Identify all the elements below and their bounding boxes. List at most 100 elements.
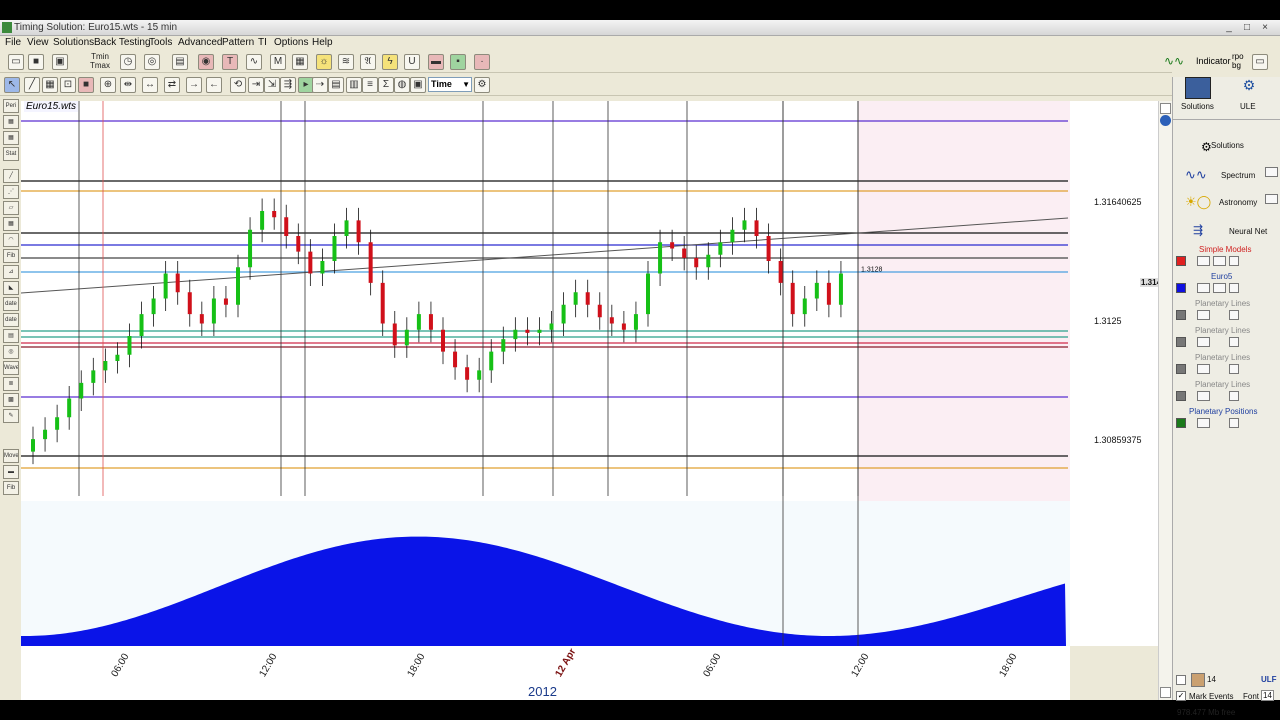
model-check-icon[interactable] [1229,310,1239,320]
zoom-level-icon[interactable]: · [474,54,490,70]
gear-icon[interactable]: ⚙ [474,77,490,93]
model-color-swatch[interactable] [1176,283,1186,293]
calendar-icon[interactable]: ▤ [172,54,188,70]
model-check-icon[interactable] [1229,391,1239,401]
wave-icon[interactable]: ∿ [246,54,262,70]
tool-green-icon[interactable]: ▩ [3,393,19,407]
tool-bar-icon[interactable]: ▤ [3,329,19,343]
minimize-button[interactable]: _ [1222,22,1236,34]
fit-icon[interactable]: ⇹ [120,77,136,93]
model-chart-icon[interactable] [1197,283,1210,293]
tool-fib2-icon[interactable]: Fib [3,481,19,495]
model-edit-icon[interactable] [1213,256,1226,266]
tool-draw-icon[interactable]: ✎ [3,409,19,423]
ulf-icon[interactable]: U [404,54,420,70]
tmin-tmax-button[interactable]: Tmin Tmax [90,52,110,70]
scroll-down-icon[interactable] [1160,687,1171,698]
clock-icon[interactable]: ◷ [120,54,136,70]
astronomy-settings-icon[interactable] [1265,194,1278,204]
tool-arc-icon[interactable]: ◠ [3,233,19,247]
pointer-icon[interactable]: ↖ [4,77,20,93]
tool-move-icon[interactable]: Move [3,449,19,463]
tool-wave-icon[interactable]: Wave [3,361,19,375]
model-color-swatch[interactable] [1176,310,1186,320]
target-icon[interactable]: ◉ [198,54,214,70]
cycle-arrows-icon[interactable]: ⟲ [230,77,246,93]
model-color-swatch[interactable] [1176,256,1186,266]
record-icon[interactable]: ▬ [428,54,444,70]
compress-icon[interactable]: ⇄ [164,77,180,93]
maximize-button[interactable]: □ [1240,22,1254,34]
book-icon[interactable] [1191,673,1205,687]
menu-tools[interactable]: Tools [149,37,172,48]
sun-icon[interactable]: ☼ [316,54,332,70]
price-chart[interactable]: 1.3128 Euro15.wts [21,101,1070,646]
tool-grid2-icon[interactable]: ▦ [3,131,19,145]
model-chart-icon[interactable] [1197,256,1210,266]
bars-icon[interactable]: ⇶ [280,77,296,93]
vertical-scrollbar[interactable] [1158,101,1172,700]
model-chart-icon[interactable] [1197,391,1210,401]
model-color-swatch[interactable] [1176,418,1186,428]
print-icon[interactable]: ▭ [1252,54,1268,70]
tool-gann-icon[interactable]: ⊿ [3,265,19,279]
scroll-handle-icon[interactable] [1160,115,1171,126]
model-chart-icon[interactable] [1197,418,1210,428]
model-check-icon[interactable] [1229,283,1239,293]
tool-channel-icon[interactable]: ▱ [3,201,19,215]
red-circle-icon[interactable]: ◍ [394,77,410,93]
model-color-swatch[interactable] [1176,391,1186,401]
chart-canvas[interactable]: 1.3128 [21,101,1070,646]
tool-red-icon[interactable]: ◣ [3,281,19,295]
menu-file[interactable]: File [5,37,21,48]
green-tool-icon[interactable]: ▪ [450,54,466,70]
model-check-icon[interactable] [1229,256,1239,266]
model-chart-icon[interactable] [1197,310,1210,320]
print-chart-icon[interactable]: ▤ [328,77,344,93]
open-icon[interactable]: ▭ [8,54,24,70]
zoom-area-icon[interactable]: ⊡ [60,77,76,93]
indicator-label[interactable]: Indicator [1196,56,1231,66]
settings-icon[interactable]: ▣ [52,54,68,70]
tool-m-icon[interactable]: M [270,54,286,70]
marker-icon[interactable]: ⇢ [312,77,328,93]
menu-options[interactable]: Options [274,37,308,48]
spectrum-button[interactable]: Spectrum [1221,171,1255,180]
model-color-swatch[interactable] [1176,364,1186,374]
close-button[interactable]: × [1258,22,1272,34]
spectrum-settings-icon[interactable] [1265,167,1278,177]
toggle-checkbox[interactable] [1176,675,1186,685]
model-color-swatch[interactable] [1176,337,1186,347]
neural-net-button[interactable]: Neural Net [1229,227,1267,236]
grid-icon[interactable]: ▦ [42,77,58,93]
tool-period-icon[interactable]: Peri [3,99,19,113]
scroll-right-icon[interactable]: → [186,77,202,93]
tool-grid3-icon[interactable]: ▦ [3,217,19,231]
menu-advanced[interactable]: Advanced [178,37,222,48]
model-check-icon[interactable] [1229,337,1239,347]
rpo-bg-button[interactable]: rpo bg [1232,52,1244,70]
tool-date-icon[interactable]: date [3,297,19,311]
ule-tab[interactable]: ULE [1240,102,1256,111]
model-edit-icon[interactable] [1213,283,1226,293]
model-check-icon[interactable] [1229,364,1239,374]
mark-events-checkbox[interactable]: ✓ [1176,691,1186,701]
indicator-icon[interactable]: ∿∿ [1164,54,1194,70]
draw-line-icon[interactable]: ╱ [24,77,40,93]
cycle-icon[interactable]: ◎ [144,54,160,70]
text-tool-icon[interactable]: 𝔄 [360,54,376,70]
tool-fib-icon[interactable]: Fib [3,249,19,263]
tool-target-icon[interactable]: ◎ [3,345,19,359]
tool-grid-icon[interactable]: ▦ [3,115,19,129]
tool-level-icon[interactable]: ≣ [3,377,19,391]
menu-ti[interactable]: TI [258,37,267,48]
scroll-up-icon[interactable] [1160,103,1171,114]
tool-fan-icon[interactable]: ⋰ [3,185,19,199]
table-icon[interactable]: ▥ [346,77,362,93]
sigma-icon[interactable]: Σ [378,77,394,93]
end-icon[interactable]: ⇲ [264,77,280,93]
menu-help[interactable]: Help [312,37,333,48]
tool-red2-icon[interactable]: ▬ [3,465,19,479]
astronomy-button[interactable]: Astronomy [1219,198,1257,207]
menu-solutions[interactable]: Solutions [53,37,94,48]
